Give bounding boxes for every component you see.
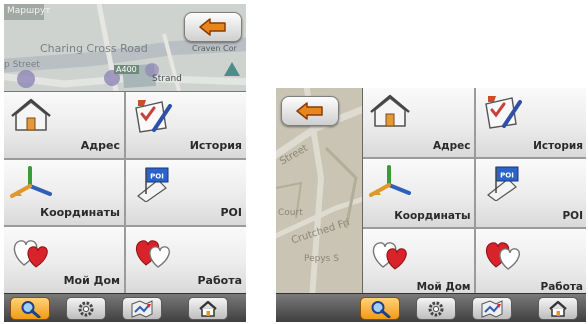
poi-label: POI [220,206,242,220]
map-label: Pepys S [304,254,339,264]
my-home-button[interactable]: Мой Дом [363,229,474,298]
settings-gear-icon [428,301,444,316]
back-arrow-icon [199,18,226,36]
home-button[interactable] [538,297,578,320]
route-map-icon [481,299,503,318]
home-icon [199,300,217,317]
map-label: p Street [4,60,40,70]
work-label: Работа [197,273,242,287]
map-label: Маршрут [7,6,51,16]
work-hearts-icon [136,240,170,269]
work-button[interactable]: Работа [126,227,246,293]
my-home-button[interactable]: Мой Дом [4,227,124,293]
address-label: Адрес [433,139,471,152]
map-label: Court [278,208,303,218]
back-arrow-icon [296,102,323,120]
poi-flag-icon: POI [486,166,518,201]
history-button[interactable]: История [475,88,586,157]
history-button[interactable]: История [126,92,246,158]
coordinates-button[interactable]: Координаты [363,158,474,228]
history-checklist-icon [484,96,522,129]
map-label: Strand [152,74,182,84]
search-icon [371,300,391,318]
poi-label: POI [562,210,583,223]
map-label: Craven Cor [192,44,237,53]
my-home-label: Мой Дом [416,280,471,293]
work-label: Работа [540,280,584,293]
poi-flag-icon: POI [137,167,169,202]
coordinates-axes-icon [369,164,411,197]
back-button[interactable] [281,96,339,126]
work-hearts-icon [485,242,520,271]
work-button[interactable]: Работа [475,229,586,298]
main-menu-grid: Адрес История Координаты POI POI Мой Дом… [362,88,586,298]
coordinates-label: Координаты [40,206,120,220]
poi-button[interactable]: POI POI [126,159,246,226]
settings-button[interactable] [416,297,456,320]
coordinates-axes-icon [10,165,52,198]
home-button[interactable] [188,297,228,320]
svg-text:POI: POI [150,172,164,180]
bottom-toolbar [276,293,586,322]
route-map-icon [131,299,153,318]
search-button[interactable] [10,297,50,320]
house-icon [370,94,410,127]
route-button[interactable] [122,297,162,320]
search-icon [21,300,41,318]
portrait-screen: Маршрут Charing Cross Road p Street A400… [4,4,246,322]
home-hearts-icon [13,240,48,268]
address-button[interactable]: Адрес [363,88,474,157]
my-home-label: Мой Дом [63,273,120,287]
settings-gear-icon [78,301,94,316]
back-button[interactable] [184,12,242,42]
coordinates-button[interactable]: Координаты [4,159,124,226]
address-label: Адрес [80,138,120,152]
settings-button[interactable] [66,297,106,320]
map-label: A400 [114,65,139,74]
landscape-screen: Street Court Crutched Fri Pepys S Адрес [276,88,586,322]
history-label: История [189,138,242,152]
home-hearts-icon [372,242,407,270]
map-label: Charing Cross Road [40,42,148,55]
svg-text:POI: POI [500,171,514,179]
house-icon [11,98,51,131]
search-button[interactable] [360,297,400,320]
history-checklist-icon [135,100,172,133]
history-label: История [533,139,583,152]
route-button[interactable] [472,297,512,320]
home-icon [549,300,567,317]
poi-button[interactable]: POI POI [475,158,586,228]
coordinates-label: Координаты [394,210,471,223]
bottom-toolbar [4,293,246,322]
main-menu-grid: Адрес История Координаты POI POI Мой Дом… [4,91,246,293]
address-button[interactable]: Адрес [4,92,124,158]
